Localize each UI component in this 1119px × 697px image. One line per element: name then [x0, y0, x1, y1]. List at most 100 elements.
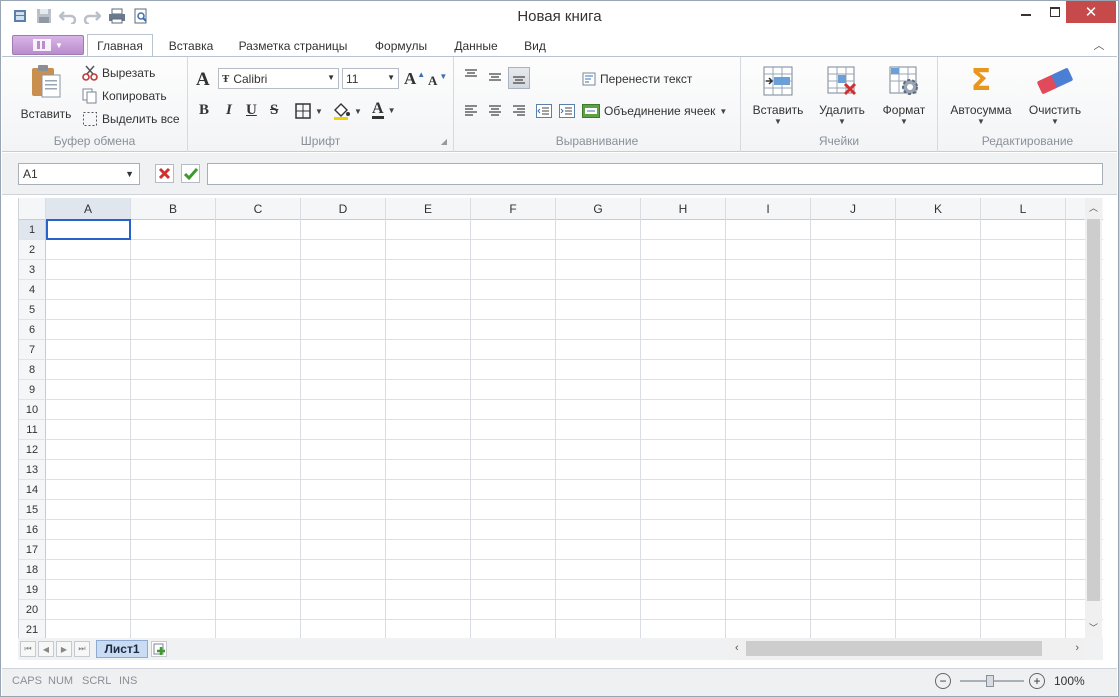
row-header[interactable]: 3	[19, 260, 46, 280]
column-header[interactable]: G	[556, 198, 641, 220]
underline-icon[interactable]: U	[246, 102, 257, 119]
align-middle-icon[interactable]	[488, 71, 502, 83]
sheet-tab-active[interactable]: Лист1	[96, 640, 148, 658]
column-header[interactable]: L	[981, 198, 1066, 220]
paste-button[interactable]: Вставить	[17, 63, 75, 121]
row-header[interactable]: 16	[19, 520, 46, 540]
horizontal-scroll-thumb[interactable]	[746, 641, 1042, 656]
file-menu-button[interactable]: ▼	[12, 35, 84, 55]
row-header[interactable]: 2	[19, 240, 46, 260]
tab-formulas[interactable]: Формулы	[365, 35, 437, 57]
column-headers: ABCDEFGHIJKL	[19, 198, 1103, 220]
decrease-indent-icon[interactable]	[536, 104, 552, 118]
column-header[interactable]: A	[46, 198, 131, 220]
chevron-up-icon[interactable]: ︿	[1089, 201, 1098, 214]
formula-input[interactable]	[207, 163, 1103, 185]
close-icon[interactable]: ✕	[1066, 1, 1116, 23]
row-header[interactable]: 14	[19, 480, 46, 500]
cut-button[interactable]: Вырезать	[82, 65, 155, 81]
fill-color-button[interactable]: ▼	[332, 102, 362, 120]
next-sheet-icon[interactable]: ▶	[56, 641, 72, 657]
italic-icon[interactable]: I	[226, 102, 232, 119]
vertical-scroll-thumb[interactable]	[1087, 219, 1100, 601]
dialog-launcher-icon[interactable]: ◢	[441, 137, 447, 146]
tab-view[interactable]: Вид	[515, 35, 555, 57]
zoom-slider-thumb[interactable]	[986, 675, 994, 687]
chevron-right-icon[interactable]: ›	[1075, 642, 1079, 654]
row-header[interactable]: 8	[19, 360, 46, 380]
row-header[interactable]: 20	[19, 600, 46, 620]
row-header[interactable]: 9	[19, 380, 46, 400]
align-center-icon[interactable]	[488, 105, 502, 117]
tab-page-layout[interactable]: Разметка страницы	[229, 35, 357, 57]
bold-icon[interactable]: B	[199, 102, 209, 119]
cells-area[interactable]	[46, 220, 1103, 638]
collapse-ribbon-icon[interactable]: ︿	[1091, 37, 1107, 53]
prev-sheet-icon[interactable]: ◀	[38, 641, 54, 657]
select-all-button[interactable]: Выделить все	[82, 111, 180, 127]
zoom-out-icon[interactable]: −	[935, 673, 951, 689]
row-header[interactable]: 7	[19, 340, 46, 360]
first-sheet-icon[interactable]: ⏮	[20, 641, 36, 657]
row-header[interactable]: 15	[19, 500, 46, 520]
row-header[interactable]: 12	[19, 440, 46, 460]
clear-button[interactable]: Очистить ▼	[1022, 65, 1088, 126]
increase-indent-icon[interactable]	[559, 104, 575, 118]
borders-button[interactable]: ▼	[295, 103, 323, 119]
row-header[interactable]: 21	[19, 620, 46, 638]
tab-home[interactable]: Главная	[87, 34, 153, 57]
column-header[interactable]: C	[216, 198, 301, 220]
font-dialog-icon[interactable]: A	[196, 69, 210, 91]
name-box[interactable]: A1 ▼	[18, 163, 140, 185]
autosum-button[interactable]: Σ Автосумма ▼	[946, 65, 1016, 127]
copy-button[interactable]: Копировать	[82, 88, 167, 104]
row-header[interactable]: 19	[19, 580, 46, 600]
last-sheet-icon[interactable]: ⏭	[74, 641, 90, 657]
decrease-font-icon[interactable]: A ▼	[428, 72, 447, 89]
chevron-down-icon[interactable]: ﹀	[1089, 621, 1098, 634]
delete-cells-button[interactable]: Удалить ▼	[813, 65, 871, 126]
row-header[interactable]: 4	[19, 280, 46, 300]
row-header[interactable]: 18	[19, 560, 46, 580]
column-header[interactable]: H	[641, 198, 726, 220]
column-header[interactable]: I	[726, 198, 811, 220]
add-sheet-icon[interactable]	[151, 641, 167, 657]
column-header[interactable]: K	[896, 198, 981, 220]
row-header[interactable]: 11	[19, 420, 46, 440]
row-header[interactable]: 17	[19, 540, 46, 560]
font-size-select[interactable]: 11 ▼	[342, 68, 399, 89]
tab-insert[interactable]: Вставка	[159, 35, 223, 57]
wrap-text-button[interactable]: Перенести текст	[582, 72, 692, 86]
column-header[interactable]: E	[386, 198, 471, 220]
align-right-icon[interactable]	[512, 105, 526, 117]
column-header[interactable]: J	[811, 198, 896, 220]
align-top-icon[interactable]	[464, 69, 478, 81]
confirm-entry-icon[interactable]	[181, 164, 200, 183]
merge-cells-button[interactable]: Объединение ячеек ▼	[582, 104, 727, 118]
row-header[interactable]: 5	[19, 300, 46, 320]
row-header[interactable]: 10	[19, 400, 46, 420]
row-header[interactable]: 6	[19, 320, 46, 340]
chevron-down-icon: ▼	[387, 105, 396, 115]
font-color-button[interactable]: A ▼	[372, 101, 395, 119]
cancel-entry-icon[interactable]	[155, 164, 174, 183]
align-left-icon[interactable]	[464, 105, 478, 117]
minimize-icon[interactable]	[1018, 1, 1034, 23]
zoom-in-icon[interactable]: +	[1029, 673, 1045, 689]
align-bottom-icon[interactable]	[508, 67, 530, 89]
column-header[interactable]: F	[471, 198, 556, 220]
row-header[interactable]: 13	[19, 460, 46, 480]
strikethrough-icon[interactable]: S	[270, 102, 278, 119]
selected-cell[interactable]	[46, 219, 131, 240]
row-header[interactable]: 1	[19, 220, 46, 240]
tab-data[interactable]: Данные	[445, 35, 507, 57]
format-cells-button[interactable]: Формат ▼	[875, 65, 933, 126]
chevron-left-icon[interactable]: ‹	[735, 642, 739, 654]
font-family-select[interactable]: Ŧ Calibri ▼	[218, 68, 339, 89]
increase-font-icon[interactable]: A ▲	[404, 69, 425, 89]
maximize-icon[interactable]	[1046, 1, 1064, 23]
insert-cells-button[interactable]: Вставить ▼	[749, 65, 807, 126]
select-all-corner[interactable]	[19, 198, 46, 220]
column-header[interactable]: B	[131, 198, 216, 220]
column-header[interactable]: D	[301, 198, 386, 220]
